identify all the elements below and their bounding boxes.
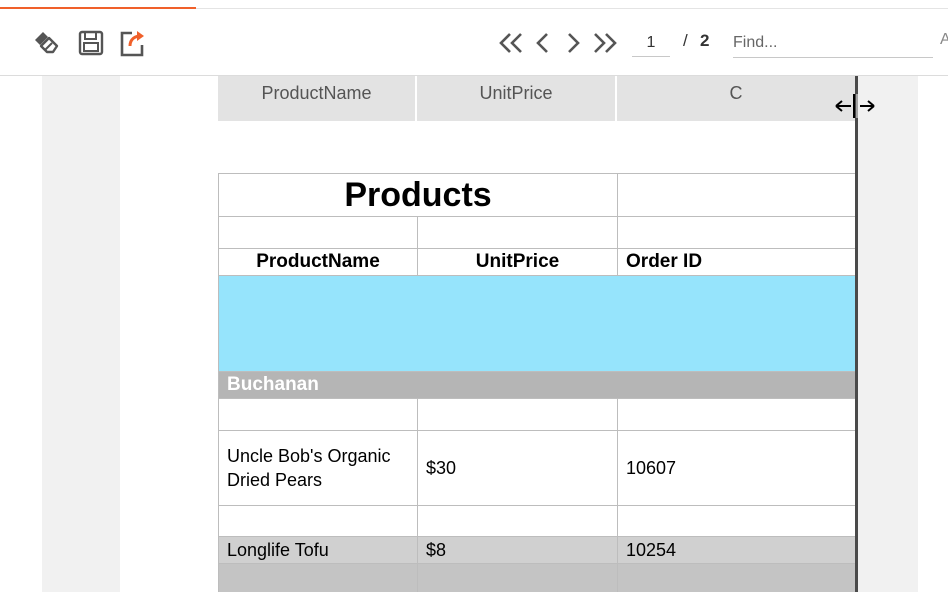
column-header: ProductName [218, 248, 418, 276]
toolbar-overflow-glyph: A [940, 31, 948, 48]
page-edge-resize-handle[interactable] [855, 76, 858, 592]
first-page-icon[interactable] [496, 27, 526, 59]
product-name-cell: Longlife Tofu [218, 536, 418, 564]
table-cell [617, 216, 857, 249]
highlight-band-row [217, 275, 857, 372]
page-total: 2 [700, 31, 710, 50]
viewer-toolbar: / 2 A [0, 0, 948, 76]
title-row: Products [217, 173, 857, 217]
table-cell [218, 505, 418, 537]
report-viewer[interactable]: ProductName UnitPrice C Products Product… [0, 76, 948, 592]
table-cell [416, 216, 619, 249]
table-cell [416, 505, 619, 537]
table-row [218, 505, 857, 537]
group-label: Buchanan [217, 371, 857, 399]
table-cell [218, 563, 418, 592]
table-cell [617, 505, 857, 537]
col-resize-cursor-icon [832, 92, 878, 120]
current-page-input[interactable] [632, 30, 670, 57]
header-band-cell: ProductName [218, 76, 417, 121]
table-row [218, 563, 857, 592]
viewer-margin-right [858, 76, 918, 592]
highlight-band [217, 275, 857, 372]
export-icon[interactable] [118, 28, 148, 58]
find-input[interactable] [733, 29, 933, 58]
group-header-row: Buchanan [217, 371, 857, 399]
table-cell [617, 173, 857, 217]
header-band-cell: C [729, 83, 743, 103]
column-header: UnitPrice [416, 248, 619, 276]
active-tab-indicator [0, 7, 196, 9]
page-separator: / [683, 31, 688, 50]
table-row [218, 398, 857, 431]
tab-divider [196, 8, 948, 9]
column-header: Order ID [617, 248, 857, 276]
column-header-row: ProductName UnitPrice Order ID [218, 248, 857, 276]
viewer-margin-left [42, 76, 120, 592]
last-page-icon[interactable] [590, 27, 620, 59]
table-row: Uncle Bob's Organic Dried Pears $30 1060… [218, 430, 857, 506]
next-page-icon[interactable] [558, 27, 588, 59]
report-title: Products [217, 173, 619, 217]
paintbrush-icon[interactable] [31, 28, 61, 58]
report-table: Products ProductName UnitPrice Order ID … [217, 173, 857, 592]
table-cell [617, 563, 857, 592]
table-cell [416, 563, 619, 592]
product-name-cell: Uncle Bob's Organic Dried Pears [218, 430, 418, 506]
previous-page-icon[interactable] [528, 27, 558, 59]
order-id-cell: 10607 [617, 430, 857, 506]
header-band-cell: UnitPrice [417, 76, 617, 121]
page-header-band: ProductName UnitPrice C [218, 76, 855, 121]
unit-price-cell: $30 [416, 430, 619, 506]
save-icon[interactable] [76, 28, 106, 58]
table-cell [617, 398, 857, 431]
order-id-cell: 10254 [617, 536, 857, 564]
table-cell [416, 398, 619, 431]
table-row [218, 216, 857, 249]
unit-price-cell: $8 [416, 536, 619, 564]
table-row: Longlife Tofu $8 10254 [218, 536, 857, 564]
table-cell [218, 398, 418, 431]
table-cell [218, 216, 418, 249]
